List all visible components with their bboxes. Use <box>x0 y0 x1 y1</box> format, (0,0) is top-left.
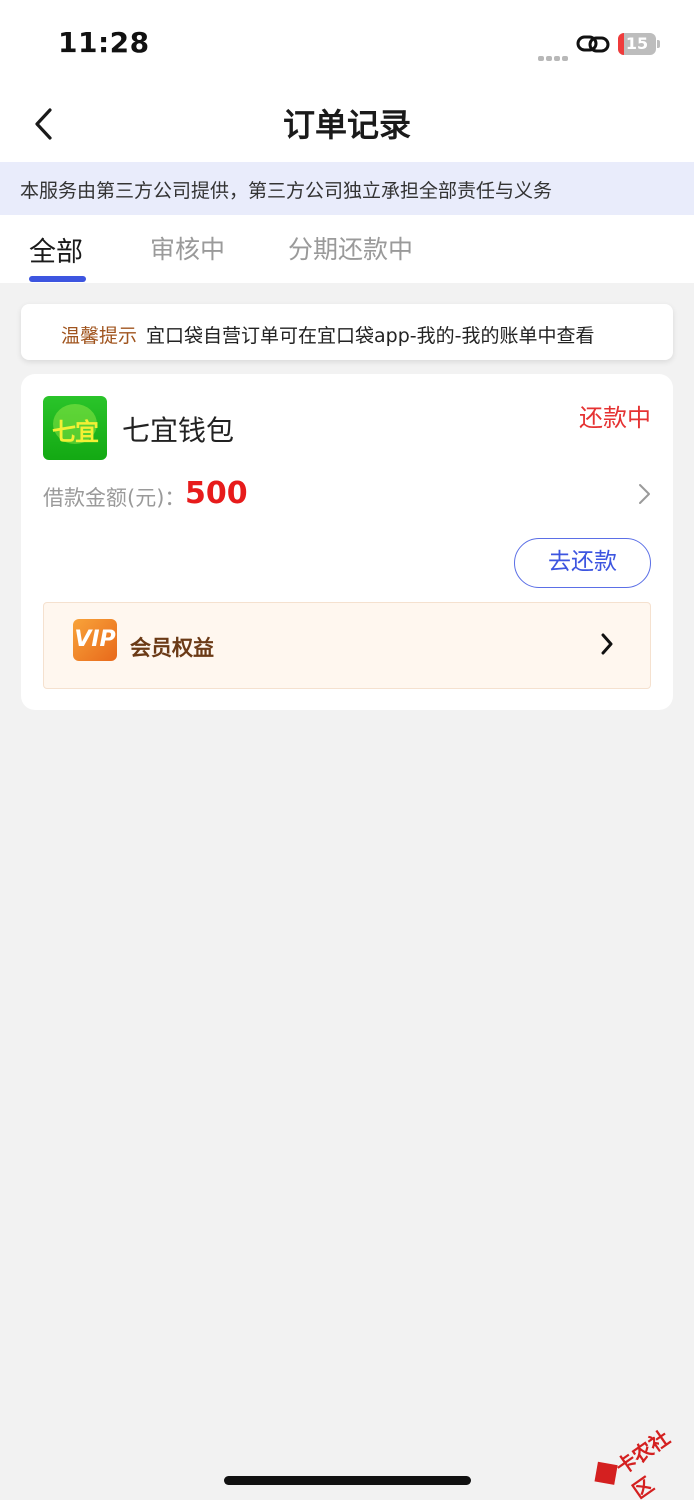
tab-all[interactable]: 全部 <box>29 230 83 269</box>
app-logo: 七宜 <box>43 396 107 460</box>
link-icon <box>576 35 610 53</box>
status-time: 11:28 <box>58 26 150 59</box>
amount-label: 借款金额(元)： <box>43 486 186 510</box>
app-name: 七宜钱包 <box>122 414 235 447</box>
tip-text: 宜口袋自营订单可在宜口袋app-我的-我的账单中查看 <box>146 325 595 347</box>
order-card[interactable]: 七宜 七宜钱包 还款中 借款金额(元)： 500 去还款 VIP 会员权益 <box>21 374 673 710</box>
tab-bar: 全部 审核中 分期还款中 <box>0 215 694 283</box>
page-title: 订单记录 <box>282 106 411 144</box>
tip-label: 温馨提示 <box>61 325 138 347</box>
battery-level: 15 <box>625 34 649 53</box>
vip-icon: VIP <box>73 619 117 661</box>
watermark-text: 卡农社区 <box>611 1425 675 1500</box>
watermark-logo: 卡农社区 <box>586 1405 693 1500</box>
notice-banner: 本服务由第三方公司提供，第三方公司独立承担全部责任与义务 <box>0 162 694 215</box>
tip-card: 温馨提示 宜口袋自营订单可在宜口袋app-我的-我的账单中查看 <box>21 304 673 360</box>
app-logo-text: 七宜 <box>52 418 99 446</box>
signal-icon <box>538 46 570 65</box>
tab-installment-repaying[interactable]: 分期还款中 <box>288 230 413 266</box>
repay-button[interactable]: 去还款 <box>514 538 651 588</box>
home-indicator[interactable] <box>224 1476 471 1485</box>
vip-benefits-row[interactable]: VIP 会员权益 <box>43 602 651 689</box>
chevron-right-icon <box>601 633 613 655</box>
order-records-screen: 11:28 15 订单记录 本服务由第三方公司提供，第三方公司独立承担全部责任与… <box>0 0 694 1500</box>
tab-under-review[interactable]: 审核中 <box>150 230 225 266</box>
vip-icon-text: VIP <box>74 627 116 652</box>
tab-active-indicator <box>29 276 86 282</box>
vip-label: 会员权益 <box>130 636 214 660</box>
notice-text: 本服务由第三方公司提供，第三方公司独立承担全部责任与义务 <box>20 180 553 202</box>
header-area: 11:28 15 订单记录 <box>0 0 694 162</box>
order-status: 还款中 <box>579 404 651 432</box>
loan-amount: 500 <box>185 476 248 511</box>
chevron-right-icon[interactable] <box>636 482 652 506</box>
battery-icon: 15 <box>618 33 660 55</box>
